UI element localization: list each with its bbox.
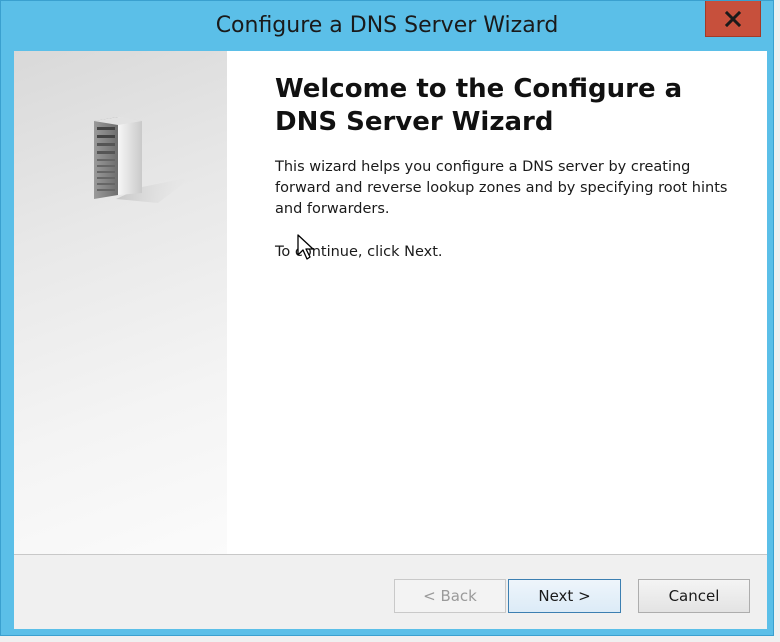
page-heading: Welcome to the Configure a DNS Server Wi… [275, 74, 683, 137]
cancel-button[interactable]: Cancel [638, 579, 750, 613]
wizard-side-panel [14, 51, 227, 554]
wizard-content: Welcome to the Configure a DNS Server Wi… [275, 73, 735, 263]
dns-wizard-window: Configure a DNS Server Wizard Welcome to… [0, 0, 774, 636]
continue-instruction: To continue, click Next. [275, 244, 443, 260]
close-button[interactable] [705, 1, 761, 37]
close-icon [724, 10, 742, 27]
wizard-client-area: Welcome to the Configure a DNS Server Wi… [14, 51, 767, 629]
title-bar[interactable]: Configure a DNS Server Wizard [1, 1, 773, 51]
server-icon [94, 117, 192, 203]
wizard-footer: < Back Next > Cancel [14, 554, 767, 629]
back-button[interactable]: < Back [394, 579, 506, 613]
intro-text: This wizard helps you configure a DNS se… [275, 159, 728, 217]
window-title: Configure a DNS Server Wizard [215, 13, 559, 38]
mouse-cursor-icon [297, 234, 314, 260]
next-button[interactable]: Next > [508, 579, 621, 613]
